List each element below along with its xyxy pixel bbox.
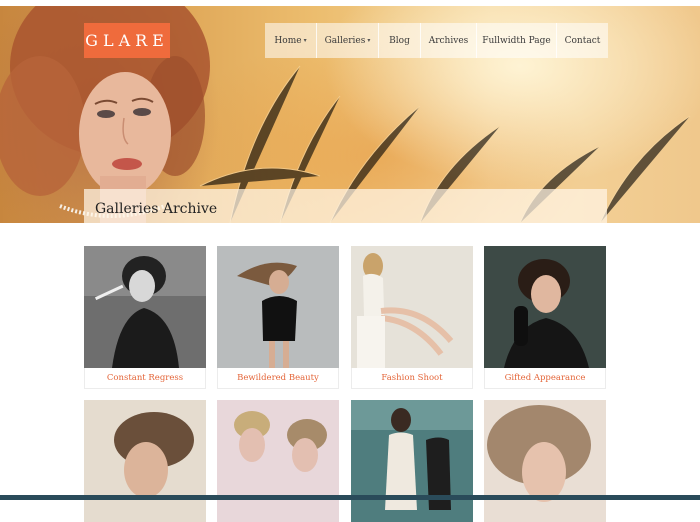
page-title: Galleries Archive (95, 200, 218, 217)
nav-item-archives[interactable]: Archives (420, 23, 476, 58)
gallery-thumbnail-image[interactable] (484, 246, 606, 368)
gallery-thumbnail-image[interactable] (217, 246, 339, 368)
gallery-card[interactable] (217, 400, 339, 522)
gallery-thumbnail-image[interactable] (351, 400, 473, 522)
site-logo[interactable]: GLARE (84, 23, 170, 58)
gallery-caption-link[interactable]: Constant Regress (84, 368, 206, 389)
gallery-card[interactable] (351, 400, 473, 522)
logo-text: GLARE (85, 31, 169, 50)
gallery-card[interactable]: Constant Regress (84, 246, 206, 389)
nav-contact-label: Contact (564, 35, 601, 46)
gallery-card[interactable]: Gifted Appearance (484, 246, 606, 389)
gallery-thumbnail-image[interactable] (217, 400, 339, 522)
gallery-card[interactable] (84, 400, 206, 522)
gallery-caption-link[interactable]: Gifted Appearance (484, 368, 606, 389)
nav-item-blog[interactable]: Blog (378, 23, 420, 58)
gallery-thumbnail-image[interactable] (84, 246, 206, 368)
hero-banner: GLARE Home ▾ Galleries ▾ Blog Archives Ful… (0, 6, 700, 223)
gallery-card[interactable]: Bewildered Beauty (217, 246, 339, 389)
gallery-card[interactable]: Fashion Shoot (351, 246, 473, 389)
nav-archives-label: Archives (428, 35, 469, 46)
nav-fullwidth-label: Fullwidth Page (482, 35, 551, 46)
gallery-thumbnail-image[interactable] (484, 400, 606, 522)
bottom-bar (0, 495, 700, 500)
gallery-card[interactable] (484, 400, 606, 522)
nav-blog-label: Blog (389, 35, 410, 46)
nav-galleries-label: Galleries (324, 35, 366, 46)
gallery-caption-link[interactable]: Bewildered Beauty (217, 368, 339, 389)
gallery-thumbnail-image[interactable] (84, 400, 206, 522)
page-title-bar: Galleries Archive (84, 189, 607, 223)
chevron-down-icon: ▾ (367, 37, 371, 44)
nav-item-contact[interactable]: Contact (556, 23, 608, 58)
nav-item-home[interactable]: Home ▾ (265, 23, 316, 58)
nav-item-fullwidth-page[interactable]: Fullwidth Page (476, 23, 556, 58)
main-nav: Home ▾ Galleries ▾ Blog Archives Fullwidth… (265, 23, 608, 58)
gallery-thumbnail-image[interactable] (351, 246, 473, 368)
nav-home-label: Home (274, 35, 302, 46)
chevron-down-icon: ▾ (303, 37, 307, 44)
nav-item-galleries[interactable]: Galleries ▾ (316, 23, 378, 58)
gallery-caption-link[interactable]: Fashion Shoot (351, 368, 473, 389)
